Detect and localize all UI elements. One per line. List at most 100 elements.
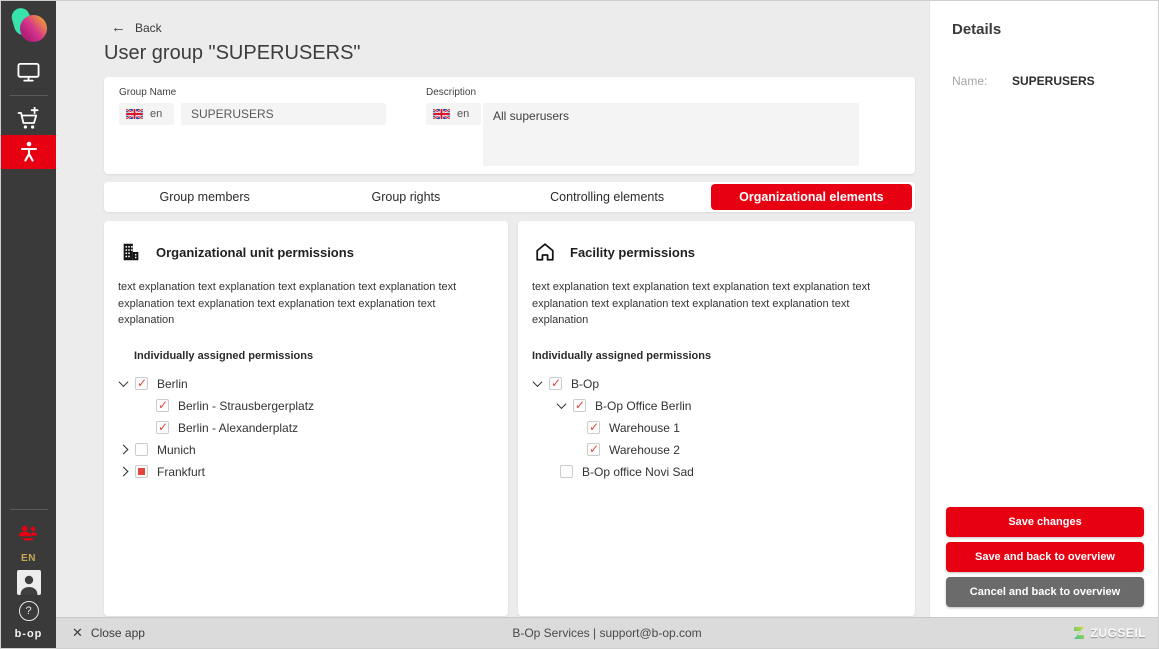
description-label: Description xyxy=(426,87,859,98)
close-app-button[interactable]: ✕ Close app xyxy=(72,625,145,641)
back-arrow-icon: ← xyxy=(111,20,126,35)
sidebar: EN ? b-op xyxy=(1,1,56,648)
tree-item-label: B-Op office Novi Sad xyxy=(582,465,694,479)
tree-item-label: B-Op Office Berlin xyxy=(595,399,691,413)
checkbox[interactable] xyxy=(587,421,600,434)
tree-row: Berlin - Alexanderplatz xyxy=(118,417,494,439)
tab-group-rights[interactable]: Group rights xyxy=(305,182,506,212)
description-language-selector[interactable]: en xyxy=(426,103,481,125)
facility-permissions-panel: Facility permissions text explanation te… xyxy=(518,221,915,616)
tree-item-label: Berlin - Alexanderplatz xyxy=(178,421,298,435)
tree-row: Warehouse 1 xyxy=(532,417,901,439)
cancel-and-back-button[interactable]: Cancel and back to overview xyxy=(946,577,1144,607)
app-logo-icon[interactable] xyxy=(7,6,51,46)
save-changes-button[interactable]: Save changes xyxy=(946,507,1144,537)
details-name-value: SUPERUSERS xyxy=(1012,74,1095,88)
description-textarea[interactable]: All superusers xyxy=(483,103,859,166)
panel-title: Organizational unit permissions xyxy=(156,245,354,260)
chevron-right-icon[interactable] xyxy=(119,467,129,477)
panel-title: Facility permissions xyxy=(570,245,695,260)
checkbox[interactable] xyxy=(549,377,562,390)
app-window: EN ? b-op ← Back User group "SUPERUSERS"… xyxy=(0,0,1159,649)
checkbox[interactable] xyxy=(156,399,169,412)
checkbox[interactable] xyxy=(135,465,148,478)
tree-row: Berlin xyxy=(118,373,494,395)
uk-flag-icon xyxy=(126,109,143,119)
chevron-down-icon[interactable] xyxy=(119,377,129,387)
zugseil-wordmark: ZUGSEIL xyxy=(1090,626,1146,640)
org-unit-tree: Berlin Berlin - Strausbergerplatz Berlin… xyxy=(118,373,494,483)
panel-explanation: text explanation text explanation text e… xyxy=(532,279,901,329)
details-panel: Details Name: SUPERUSERS Save changes Sa… xyxy=(929,1,1158,617)
avatar-icon xyxy=(17,572,41,595)
checkbox[interactable] xyxy=(135,443,148,456)
page-title: User group "SUPERUSERS" xyxy=(104,42,915,65)
building-icon xyxy=(120,241,142,263)
tree-row: Berlin - Strausbergerplatz xyxy=(118,395,494,417)
group-name-input[interactable] xyxy=(181,103,386,125)
avatar[interactable] xyxy=(17,570,41,595)
tree-row: Warehouse 2 xyxy=(532,439,901,461)
checkbox[interactable] xyxy=(573,399,586,412)
tree-row: B-Op Office Berlin xyxy=(532,395,901,417)
chevron-right-icon[interactable] xyxy=(119,445,129,455)
sidebar-divider xyxy=(10,95,48,96)
checkbox[interactable] xyxy=(156,421,169,434)
details-title: Details xyxy=(952,21,1144,38)
monitor-icon xyxy=(17,62,40,83)
group-name-language-selector[interactable]: en xyxy=(119,103,174,125)
close-app-label: Close app xyxy=(91,626,145,640)
checkbox[interactable] xyxy=(135,377,148,390)
language-indicator[interactable]: EN xyxy=(21,553,36,564)
home-icon xyxy=(534,241,556,263)
tree-item-label: Berlin - Strausbergerplatz xyxy=(178,399,314,413)
tree-item-label: Frankfurt xyxy=(157,465,205,479)
group-name-label: Group Name xyxy=(119,87,426,98)
close-icon: ✕ xyxy=(72,625,83,641)
tree-item-label: Berlin xyxy=(157,377,188,391)
sidebar-brand-logo: b-op xyxy=(15,628,43,640)
sidebar-item-devices[interactable] xyxy=(1,56,56,88)
sidebar-item-user-groups[interactable] xyxy=(1,517,56,549)
tab-organizational-elements[interactable]: Organizational elements xyxy=(711,184,912,210)
cart-add-icon xyxy=(16,107,41,132)
description-lang-code: en xyxy=(457,108,469,120)
support-info: B-Op Services | support@b-op.com xyxy=(56,626,1158,640)
users-red-icon xyxy=(17,525,40,542)
chevron-down-icon[interactable] xyxy=(533,377,543,387)
tree-item-label: Warehouse 2 xyxy=(609,443,680,457)
save-and-back-button[interactable]: Save and back to overview xyxy=(946,542,1144,572)
uk-flag-icon xyxy=(433,109,450,119)
chevron-down-icon[interactable] xyxy=(557,399,567,409)
logo-gradient-circle xyxy=(20,15,47,42)
facility-tree: B-Op B-Op Office Berlin Warehouse 1 Ware… xyxy=(532,373,901,483)
back-button[interactable]: ← Back xyxy=(111,20,181,35)
details-name-label: Name: xyxy=(952,74,1012,88)
checkbox[interactable] xyxy=(560,465,573,478)
sidebar-divider-bottom xyxy=(10,509,48,510)
tab-controlling-elements[interactable]: Controlling elements xyxy=(507,182,708,212)
help-icon[interactable]: ? xyxy=(19,601,39,621)
bottom-bar: B-Op Services | support@b-op.com ✕ Close… xyxy=(56,617,1158,648)
zugseil-z-icon xyxy=(1072,626,1086,640)
tab-bar: Group members Group rights Controlling e… xyxy=(104,182,915,212)
checkbox[interactable] xyxy=(587,443,600,456)
tree-row: Munich xyxy=(118,439,494,461)
panel-explanation: text explanation text explanation text e… xyxy=(118,279,494,329)
tab-group-members[interactable]: Group members xyxy=(104,182,305,212)
individually-assigned-heading: Individually assigned permissions xyxy=(134,350,494,362)
back-label: Back xyxy=(135,21,162,35)
tree-item-label: Warehouse 1 xyxy=(609,421,680,435)
zugseil-logo: ZUGSEIL xyxy=(1072,626,1146,640)
tree-item-label: Munich xyxy=(157,443,196,457)
tree-item-label: B-Op xyxy=(571,377,599,391)
accessibility-user-icon xyxy=(17,140,41,164)
sidebar-item-shop[interactable] xyxy=(1,103,56,135)
main-content: ← Back User group "SUPERUSERS" Group Nam… xyxy=(56,1,929,617)
individually-assigned-heading: Individually assigned permissions xyxy=(532,350,901,362)
tree-row: B-Op office Novi Sad xyxy=(532,461,901,483)
tree-row: B-Op xyxy=(532,373,901,395)
tree-row: Frankfurt xyxy=(118,461,494,483)
group-name-lang-code: en xyxy=(150,108,162,120)
sidebar-item-users[interactable] xyxy=(1,135,56,169)
